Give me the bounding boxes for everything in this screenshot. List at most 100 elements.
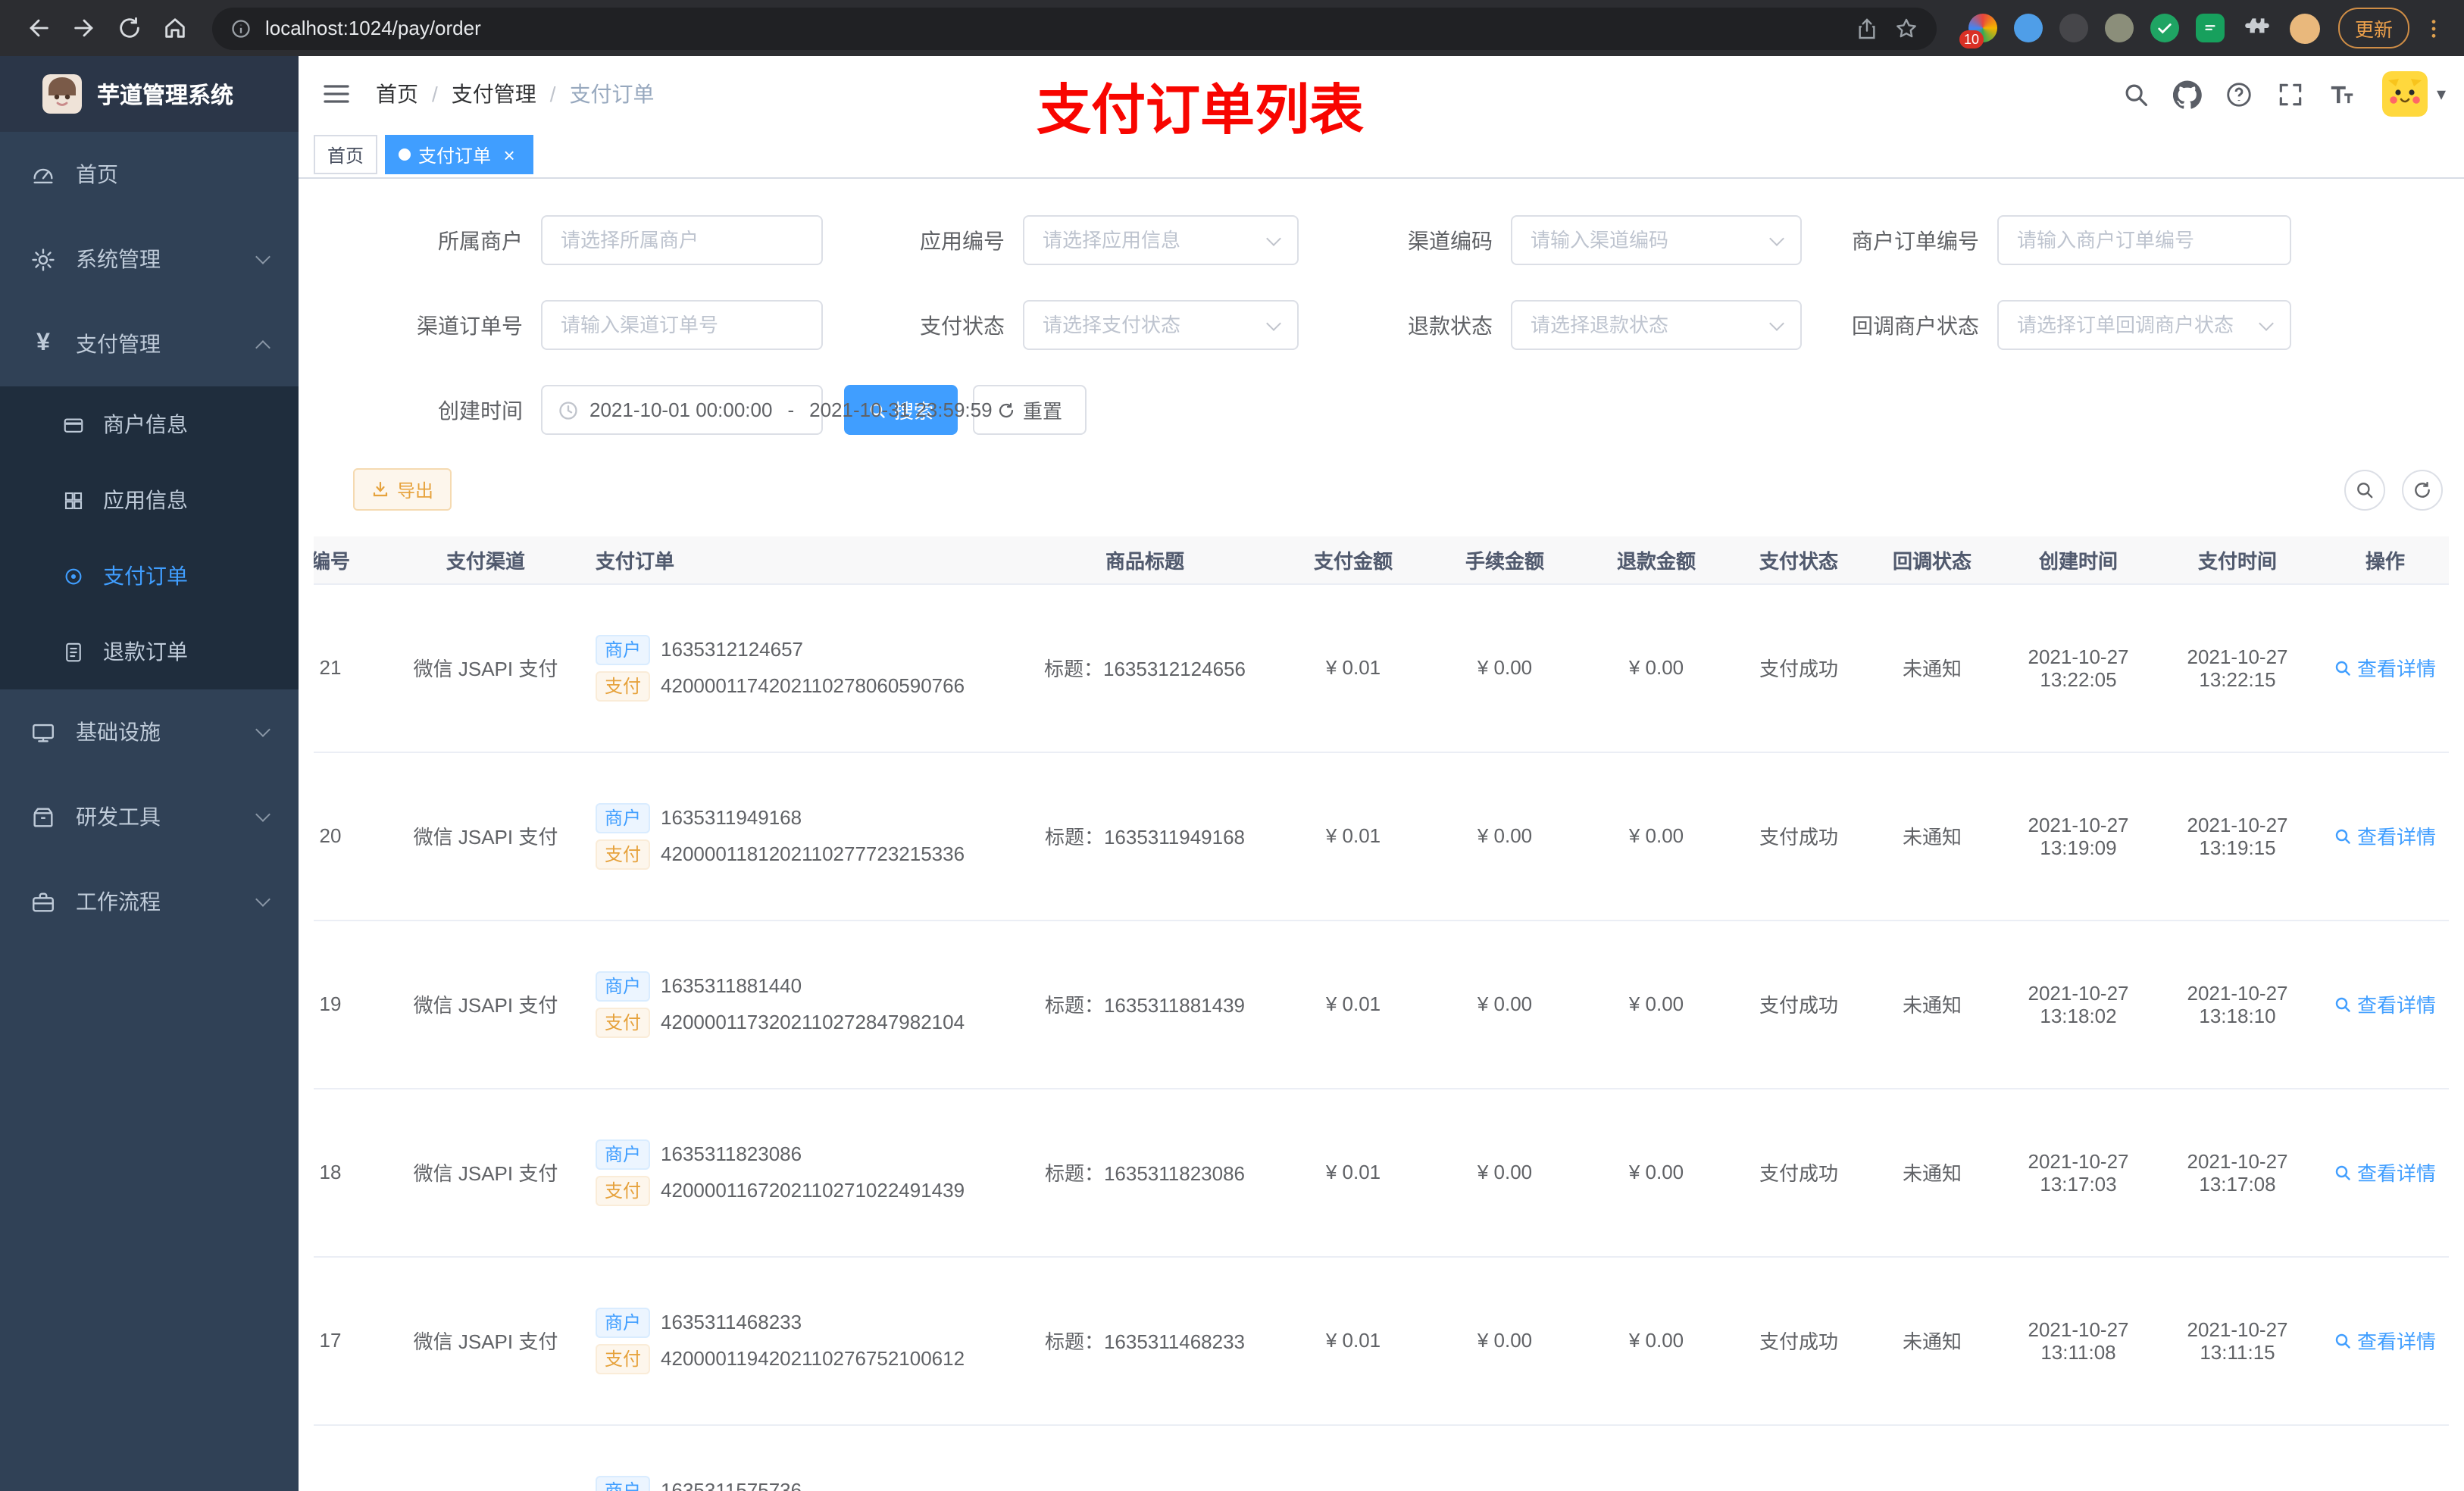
sidebar-item-workflow[interactable]: 工作流程 <box>0 859 299 944</box>
search-icon[interactable] <box>2122 80 2150 108</box>
id-cell <box>314 1424 391 1491</box>
pay-status-filter-label: 支付状态 <box>920 313 1005 337</box>
sidebar-item-dev-tools[interactable]: 研发工具 <box>0 774 299 859</box>
orders-table: 编号 支付渠道 支付订单 商品标题 支付金额 手续金额 退款金额 支付状态 回调状态 创建时间 支付… <box>314 536 2449 1491</box>
sidebar-item-infra[interactable]: 基础设施 <box>0 689 299 774</box>
view-detail-link[interactable]: 查看详情 <box>2334 1326 2436 1355</box>
search-icon <box>2336 828 2351 843</box>
app-logo[interactable]: 芋道管理系统 <box>0 56 299 132</box>
sidebar-item-home[interactable]: 首页 <box>0 132 299 217</box>
view-detail-link[interactable]: 查看详情 <box>2334 989 2436 1018</box>
amount-cell: ¥ 0.01 <box>1277 920 1429 1089</box>
browser-profile-avatar[interactable] <box>2289 13 2320 43</box>
search-icon <box>2336 1164 2351 1180</box>
help-icon[interactable] <box>2225 80 2253 108</box>
search-icon <box>2336 1333 2351 1348</box>
forward-icon[interactable] <box>61 5 106 51</box>
amount-cell: ¥ 0.01 <box>1277 583 1429 752</box>
sidebar-item-refund-order[interactable]: 退款订单 <box>0 614 299 689</box>
date-separator: - <box>787 399 795 421</box>
export-button[interactable]: 导出 <box>353 468 452 511</box>
app-id-select[interactable]: 请选择应用信息 <box>1023 215 1299 265</box>
extension-icon-1[interactable]: 10 <box>1959 14 1997 48</box>
pay-status-select[interactable]: 请选择支付状态 <box>1023 300 1299 350</box>
refund-cell: ¥ 0.00 <box>1581 752 1732 921</box>
extension-icon-5[interactable] <box>2150 14 2179 42</box>
sidebar-item-label: 研发工具 <box>76 805 161 829</box>
home-icon[interactable] <box>152 5 197 51</box>
merchant-order-no-input[interactable] <box>1997 215 2291 265</box>
merchant-filter-input[interactable] <box>541 215 823 265</box>
bookmark-star-icon[interactable] <box>1894 16 1918 40</box>
status-cell: 支付成功 <box>1732 583 1865 752</box>
extension-icon-6[interactable] <box>2195 14 2225 42</box>
breadcrumb-separator: / <box>432 82 438 106</box>
notify-status-select[interactable]: 请选择订单回调商户状态 <box>1997 300 2291 350</box>
id-cell: 19 <box>314 920 391 1089</box>
extensions-puzzle-icon[interactable] <box>2243 14 2272 42</box>
pay-time-cell: 2021-10-27 13:19:15 <box>2158 752 2317 921</box>
extension-icon-2[interactable] <box>2013 14 2043 42</box>
refresh-icon[interactable] <box>106 5 152 51</box>
view-detail-link[interactable]: 查看详情 <box>2334 1158 2436 1186</box>
close-icon[interactable]: × <box>499 144 520 165</box>
filter-row-3: 创建时间 2021-10-01 00:00:00 - 2021-10-31 23… <box>353 385 2449 435</box>
tab-pay-order[interactable]: 支付订单 × <box>385 135 534 174</box>
amount-cell <box>1277 1424 1429 1491</box>
browser-menu-icon[interactable] <box>2422 16 2446 40</box>
sidebar: 芋道管理系统 首页 系统管理 ¥ 支付管理 商户信息 应用信息 支付订单 退款订… <box>0 56 299 1491</box>
merchant-badge: 商户 <box>596 971 651 1001</box>
sidebar-item-app-info[interactable]: 应用信息 <box>0 462 299 538</box>
hamburger-icon[interactable] <box>321 79 352 109</box>
column-header: 编号 <box>314 536 391 584</box>
address-bar[interactable]: localhost:1024/pay/order <box>212 7 1937 49</box>
sidebar-item-system[interactable]: 系统管理 <box>0 217 299 302</box>
sidebar-item-merchant-info[interactable]: 商户信息 <box>0 386 299 462</box>
channel-cell <box>391 1424 580 1491</box>
merchant-badge: 商户 <box>596 1307 651 1337</box>
fee-cell: ¥ 0.00 <box>1429 752 1581 921</box>
sidebar-item-label: 商户信息 <box>103 412 188 436</box>
view-detail-link[interactable]: 查看详情 <box>2334 821 2436 850</box>
caret-down-icon[interactable]: ▾ <box>2437 83 2446 105</box>
info-icon[interactable] <box>230 17 252 39</box>
extension-icon-4[interactable] <box>2104 14 2134 42</box>
user-avatar[interactable] <box>2381 71 2428 117</box>
browser-update-button[interactable]: 更新 <box>2337 8 2409 48</box>
refund-status-select[interactable]: 请选择退款状态 <box>1511 300 1802 350</box>
payment-submenu: 商户信息 应用信息 支付订单 退款订单 <box>0 386 299 689</box>
id-cell: 17 <box>314 1256 391 1425</box>
channel-order-no: 4200001167202110271022491439 <box>661 1179 965 1202</box>
show-search-toggle-button[interactable] <box>2344 469 2385 510</box>
chevron-down-icon <box>255 807 270 822</box>
sidebar-item-pay-order[interactable]: 支付订单 <box>0 538 299 614</box>
channel-order-no: 4200001181202110277723215336 <box>661 842 965 865</box>
table-row: 商户1635311575736 支付 <box>314 1424 2449 1491</box>
breadcrumb-home[interactable]: 首页 <box>376 79 418 109</box>
merchant-badge: 商户 <box>596 802 651 833</box>
extension-icon-3[interactable] <box>2059 14 2088 42</box>
font-size-icon[interactable] <box>2328 80 2356 108</box>
fullscreen-icon[interactable] <box>2276 80 2305 108</box>
amount-cell: ¥ 0.01 <box>1277 752 1429 921</box>
channel-code-select[interactable]: 请输入渠道编码 <box>1511 215 1802 265</box>
back-icon[interactable] <box>15 5 61 51</box>
channel-order-no-input[interactable] <box>541 300 823 350</box>
navbar-right: ▾ <box>2099 71 2464 117</box>
active-dot-icon <box>399 148 411 161</box>
sidebar-item-label: 系统管理 <box>76 247 161 271</box>
sidebar-item-payment[interactable]: ¥ 支付管理 <box>0 302 299 386</box>
view-detail-link[interactable]: 查看详情 <box>2334 653 2436 682</box>
share-icon[interactable] <box>1855 16 1879 40</box>
create-time-filter-label: 创建时间 <box>438 398 523 422</box>
briefcase-icon <box>30 889 56 914</box>
title-cell: 标题：1635312124656 <box>1012 583 1277 752</box>
tab-home[interactable]: 首页 <box>314 135 378 174</box>
yen-icon: ¥ <box>36 330 50 356</box>
refresh-table-button[interactable] <box>2402 469 2443 510</box>
notify-cell: 未通知 <box>1865 1256 1999 1425</box>
github-icon[interactable] <box>2172 80 2202 108</box>
order-cell: 商户 1635311468233 支付 4200001194202110276752… <box>580 1256 1012 1425</box>
refund-cell: ¥ 0.00 <box>1581 1256 1732 1425</box>
date-range-picker[interactable]: 2021-10-01 00:00:00 - 2021-10-31 23:59:5… <box>541 385 993 435</box>
